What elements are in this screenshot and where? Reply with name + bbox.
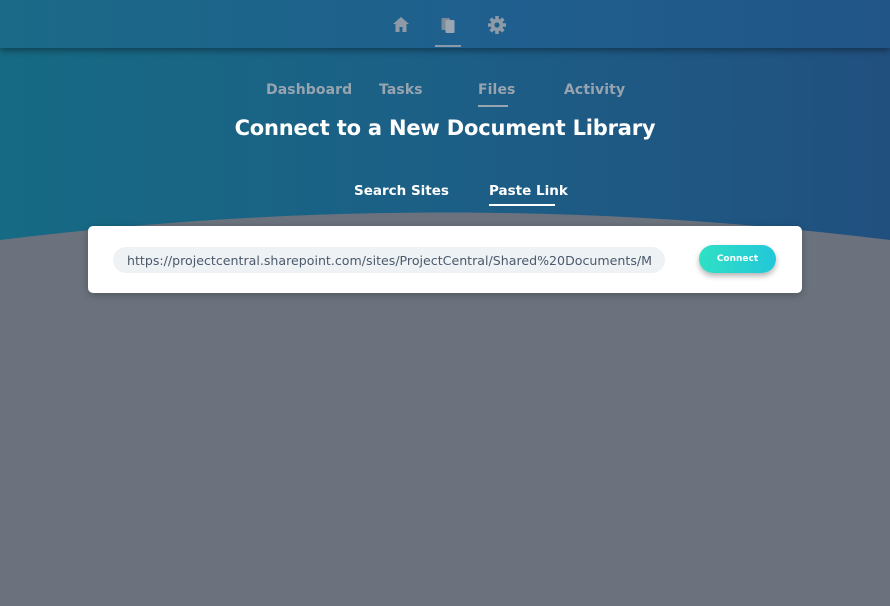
nav-dashboard[interactable]: Dashboard [266, 82, 352, 98]
gear-icon[interactable] [486, 14, 508, 36]
paste-link-card: Connect [88, 226, 802, 293]
nav-files[interactable]: Files [478, 82, 516, 98]
nav-active-indicator [478, 105, 508, 107]
connect-button[interactable]: Connect [699, 245, 776, 273]
tab-search-sites[interactable]: Search Sites [354, 183, 449, 199]
home-icon[interactable] [390, 14, 412, 36]
url-input[interactable] [113, 247, 665, 273]
nav-activity[interactable]: Activity [564, 82, 625, 98]
active-icon-indicator [435, 45, 461, 47]
tab-paste-link[interactable]: Paste Link [489, 183, 568, 199]
subtab-active-indicator [489, 204, 555, 206]
top-icon-bar [0, 0, 890, 48]
main-nav: Dashboard Tasks Files Activity [0, 82, 890, 112]
files-icon[interactable] [438, 14, 460, 36]
page-title: Connect to a New Document Library [234, 116, 656, 140]
nav-tasks[interactable]: Tasks [379, 82, 423, 98]
